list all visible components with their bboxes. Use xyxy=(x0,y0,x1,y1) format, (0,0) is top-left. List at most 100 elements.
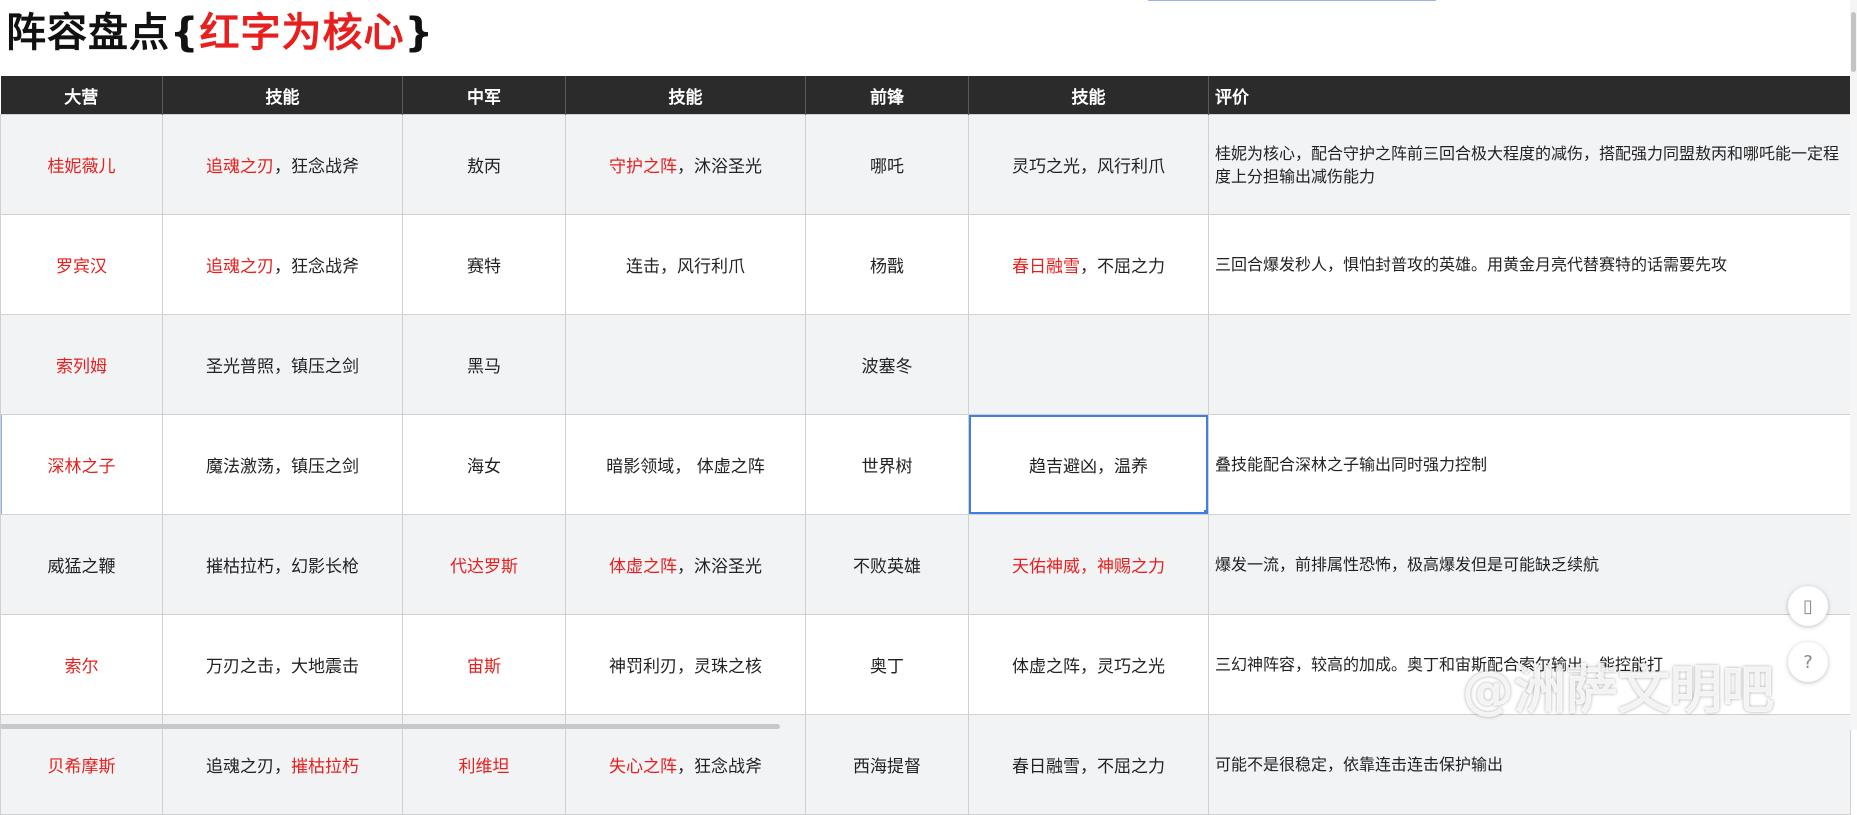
core-text: 深林之子 xyxy=(47,457,116,477)
cell-text: 哪吒 xyxy=(870,157,904,177)
cell-text: 敖丙 xyxy=(467,157,501,177)
column-header[interactable]: 前锋 xyxy=(805,76,969,115)
tablet-icon[interactable]: ▯ xyxy=(1788,586,1828,626)
cell-text: ，不屈之力 xyxy=(1080,257,1165,277)
page-title: 阵容盘点{红字为核心} xyxy=(6,10,434,56)
table-cell[interactable]: 敖丙 xyxy=(402,114,566,215)
table-cell[interactable]: 波塞冬 xyxy=(805,314,969,415)
top-divider xyxy=(1148,0,1436,1)
table-cell[interactable] xyxy=(968,314,1209,415)
core-text: 桂妮薇儿 xyxy=(47,157,116,177)
cell-text: ，狂念战斧 xyxy=(274,157,359,177)
core-text: 代达罗斯 xyxy=(450,557,518,577)
table-cell[interactable]: 宙斯 xyxy=(402,614,566,715)
evaluation-cell[interactable]: 桂妮为核心，配合守护之阵前三回合极大程度的减伤，搭配强力同盟敖丙和哪吒能一定程度… xyxy=(1208,114,1851,215)
table-cell[interactable]: 杨戬 xyxy=(805,214,969,315)
core-text: 利维坦 xyxy=(458,757,510,777)
table-cell[interactable]: 摧枯拉朽，幻影长枪 xyxy=(162,514,403,615)
core-text: 宙斯 xyxy=(467,657,501,677)
table-cell[interactable]: 春日融雪，不屈之力 xyxy=(968,214,1209,315)
table-cell[interactable]: 黑马 xyxy=(402,314,566,415)
horizontal-scrollbar[interactable] xyxy=(0,724,780,729)
column-header[interactable]: 中军 xyxy=(402,76,566,115)
table-cell[interactable]: 深林之子 xyxy=(0,414,163,515)
core-text: 贝希摩斯 xyxy=(47,757,116,777)
core-text: 天佑神威，神赐之力 xyxy=(1012,557,1165,577)
table-cell[interactable]: 体虚之阵，灵巧之光 xyxy=(968,614,1209,715)
fill-handle[interactable] xyxy=(1204,510,1208,514)
table-cell[interactable]: 不败英雄 xyxy=(805,514,969,615)
table-cell[interactable]: 追魂之刃，狂念战斧 xyxy=(162,114,403,215)
core-text: 罗宾汉 xyxy=(56,257,107,277)
table-cell[interactable]: 索尔 xyxy=(0,614,163,715)
table-cell[interactable]: 守护之阵，沐浴圣光 xyxy=(565,114,806,215)
table-cell[interactable]: 赛特 xyxy=(402,214,566,315)
table-cell[interactable]: 体虚之阵，沐浴圣光 xyxy=(565,514,806,615)
scrollbar-thumb[interactable] xyxy=(1851,12,1856,72)
table-cell[interactable]: 灵巧之光，风行利爪 xyxy=(968,114,1209,215)
table-row: 深林之子 魔法激荡，镇压之剑 海女 暗影领域， 体虚之阵 世界树 趋吉避凶，温养 叠技能配合… xyxy=(0,414,1851,515)
cell-text: ，狂念战斧 xyxy=(274,257,359,277)
cell-text: 威猛之鞭 xyxy=(47,557,116,577)
column-header[interactable]: 技能 xyxy=(162,76,403,115)
cell-text: 奥丁 xyxy=(870,657,904,677)
vertical-scrollbar[interactable] xyxy=(1850,0,1857,730)
table-row: 桂妮薇儿 追魂之刃，狂念战斧 敖丙 守护之阵，沐浴圣光 哪吒 灵巧之光，风行利爪 桂妮为核心… xyxy=(0,114,1851,215)
cell-text: 西海提督 xyxy=(853,757,921,777)
column-header[interactable]: 技能 xyxy=(565,76,806,115)
help-icon[interactable]: ? xyxy=(1788,642,1828,682)
cell-text: 黑马 xyxy=(467,357,501,377)
core-text: 春日融雪 xyxy=(1012,257,1080,277)
cell-text: 不败英雄 xyxy=(853,557,921,577)
cell-text: 体虚之阵，灵巧之光 xyxy=(1012,657,1165,677)
table-cell[interactable]: 追魂之刃，狂念战斧 xyxy=(162,214,403,315)
evaluation-cell[interactable]: 三回合爆发秒人，惧怕封普攻的英雄。用黄金月亮代替赛特的话需要先攻 xyxy=(1208,214,1851,315)
table-cell[interactable]: 天佑神威，神赐之力 xyxy=(968,514,1209,615)
core-text: 追魂之刃 xyxy=(206,257,274,277)
cell-text: 魔法激荡，镇压之剑 xyxy=(206,457,359,477)
table-cell[interactable]: 圣光普照，镇压之剑 xyxy=(162,314,403,415)
table-cell[interactable]: 代达罗斯 xyxy=(402,514,566,615)
cell-text: 暗影领域， 体虚之阵 xyxy=(606,457,765,477)
core-text: 守护之阵 xyxy=(609,157,677,177)
core-text: 摧枯拉朽 xyxy=(291,757,359,777)
table-cell[interactable]: 桂妮薇儿 xyxy=(0,114,163,215)
table-cell[interactable] xyxy=(565,314,806,415)
table-cell[interactable]: 趋吉避凶，温养 xyxy=(968,414,1209,515)
table-cell[interactable]: 哪吒 xyxy=(805,114,969,215)
cell-text: 春日融雪，不屈之力 xyxy=(1012,757,1165,777)
table-cell[interactable]: 海女 xyxy=(402,414,566,515)
cell-text: ，狂念战斧 xyxy=(677,757,762,777)
table-cell[interactable]: 奥丁 xyxy=(805,614,969,715)
cell-text: 万刃之击，大地震击 xyxy=(206,657,359,677)
table-cell[interactable]: 神罚利刃，灵珠之核 xyxy=(565,614,806,715)
cell-text: ，沐浴圣光 xyxy=(677,157,762,177)
table-row: 索列姆 圣光普照，镇压之剑 黑马 波塞冬 xyxy=(0,314,1851,415)
table-cell[interactable]: 世界树 xyxy=(805,414,969,515)
watermark: @洲萨文明吧 xyxy=(1462,661,1775,721)
table-cell[interactable]: 连击，风行利爪 xyxy=(565,214,806,315)
core-text: 失心之阵 xyxy=(609,757,677,777)
evaluation-cell[interactable]: 叠技能配合深林之子输出同时强力控制 xyxy=(1208,414,1851,515)
table-row: 威猛之鞭 摧枯拉朽，幻影长枪 代达罗斯 体虚之阵，沐浴圣光 不败英雄 天佑神威，神赐之力 爆… xyxy=(0,514,1851,615)
cell-text: 趋吉避凶，温养 xyxy=(1029,457,1148,477)
evaluation-cell[interactable] xyxy=(1208,314,1851,415)
core-text: 追魂之刃 xyxy=(206,157,274,177)
column-header[interactable]: 技能 xyxy=(968,76,1209,115)
cell-text: 摧枯拉朽，幻影长枪 xyxy=(206,557,359,577)
evaluation-cell[interactable]: 爆发一流，前排属性恐怖，极高爆发但是可能缺乏续航 xyxy=(1208,514,1851,615)
table-cell[interactable]: 魔法激荡，镇压之剑 xyxy=(162,414,403,515)
cell-text: 灵巧之光，风行利爪 xyxy=(1012,157,1165,177)
table-cell[interactable]: 万刃之击，大地震击 xyxy=(162,614,403,715)
column-header[interactable]: 评价 xyxy=(1208,76,1851,115)
column-header[interactable]: 大营 xyxy=(0,76,163,115)
cell-text: 世界树 xyxy=(861,457,913,477)
table-cell[interactable]: 索列姆 xyxy=(0,314,163,415)
cell-text: 连击，风行利爪 xyxy=(626,257,745,277)
table-cell[interactable]: 罗宾汉 xyxy=(0,214,163,315)
core-text: 索列姆 xyxy=(56,357,107,377)
cell-text: 海女 xyxy=(467,457,501,477)
table-cell[interactable]: 威猛之鞭 xyxy=(0,514,163,615)
table-cell[interactable]: 暗影领域， 体虚之阵 xyxy=(565,414,806,515)
cell-text: ，沐浴圣光 xyxy=(677,557,762,577)
